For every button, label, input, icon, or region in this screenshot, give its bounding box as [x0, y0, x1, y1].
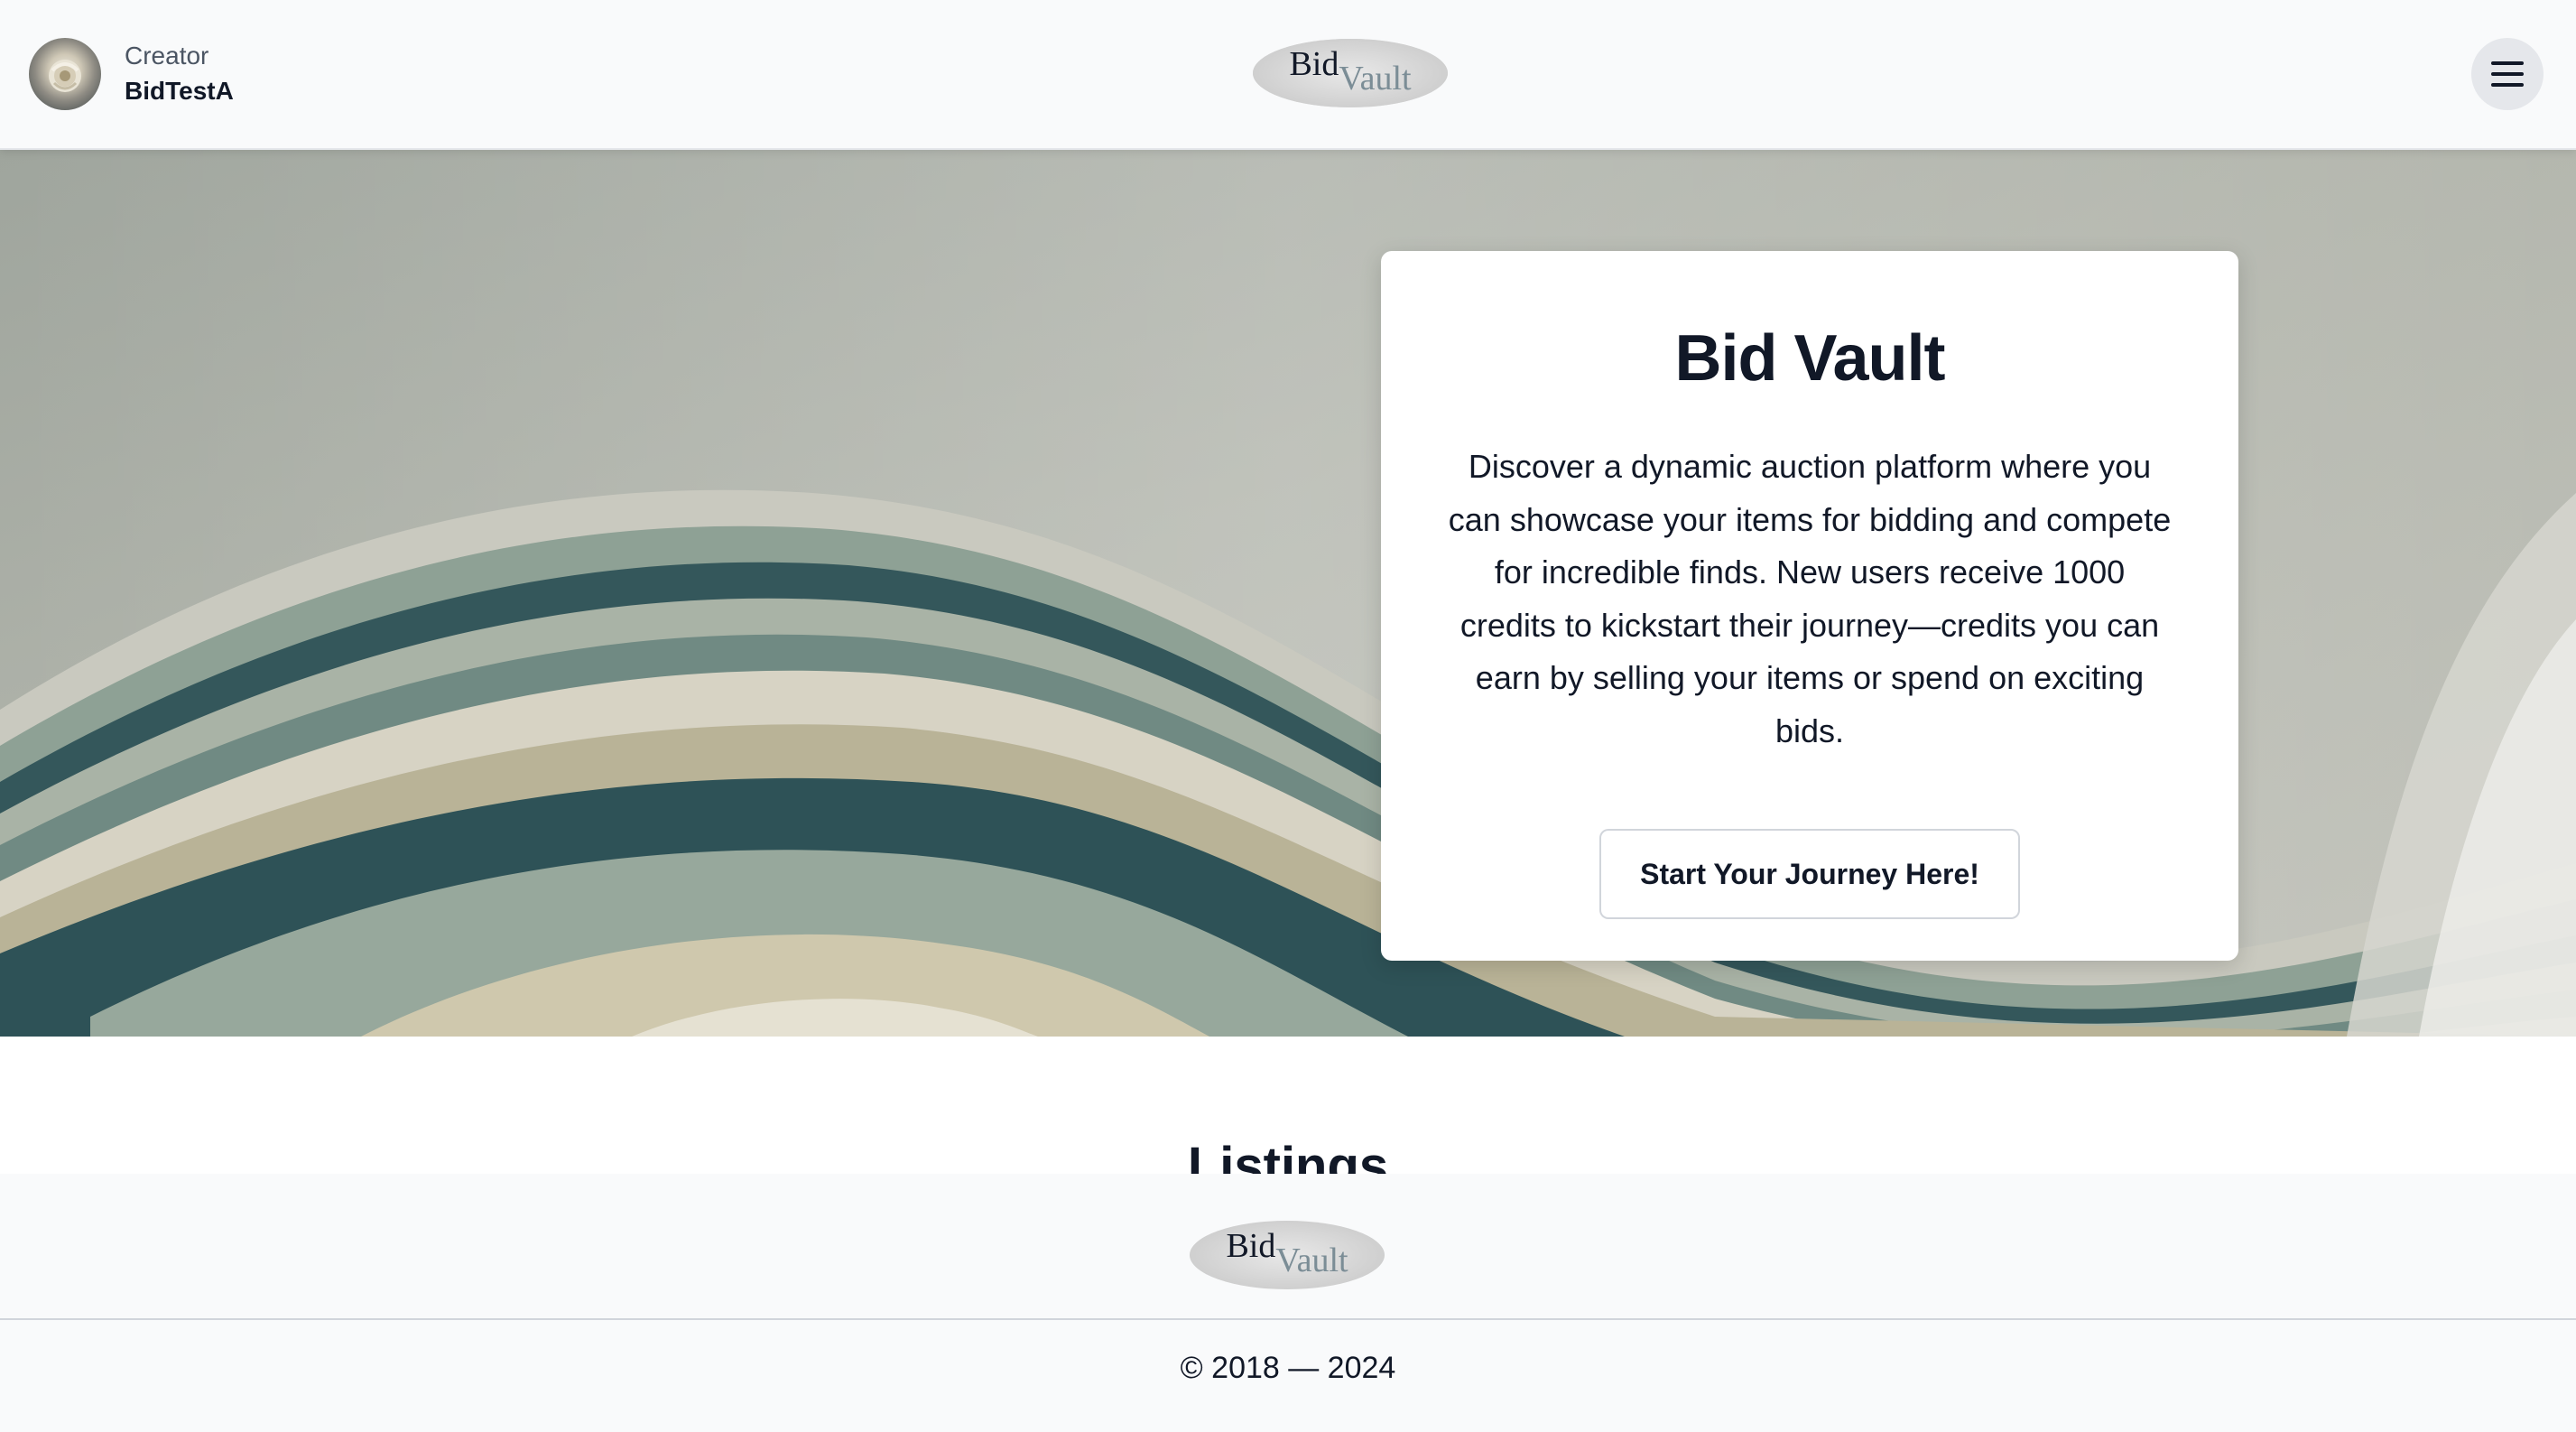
logo-wordmark: BidVault — [1226, 1229, 1348, 1278]
logo-bid-text: Bid — [1226, 1227, 1276, 1265]
site-footer: BidVault © 2018 — 2024 — [0, 1174, 2576, 1432]
hamburger-icon — [2491, 61, 2524, 87]
page: Creator BidTestA BidVault Bid Vault Disc… — [0, 0, 2576, 1432]
user-role: Creator — [125, 42, 209, 70]
user-name[interactable]: BidTestA — [125, 73, 234, 109]
site-header: Creator BidTestA BidVault — [0, 0, 2576, 150]
logo-vault-text: Vault — [1339, 60, 1412, 98]
hero-description: Discover a dynamic auction platform wher… — [1448, 448, 2172, 749]
hero-card: Bid Vault Discover a dynamic auction pla… — [1381, 251, 2238, 961]
logo-vault-text: Vault — [1275, 1241, 1348, 1279]
menu-button[interactable] — [2471, 38, 2544, 110]
logo-bid-text: Bid — [1289, 45, 1339, 83]
logo-wordmark: BidVault — [1289, 47, 1411, 96]
footer-divider — [0, 1318, 2576, 1320]
hero-title: Bid Vault — [1674, 322, 1945, 395]
avatar[interactable] — [29, 38, 101, 110]
user-profile[interactable]: Creator BidTestA — [29, 38, 234, 110]
hero-section: Bid Vault Discover a dynamic auction pla… — [0, 150, 2576, 1037]
footer-logo[interactable]: BidVault — [1188, 1219, 1386, 1291]
start-journey-button[interactable]: Start Your Journey Here! — [1599, 829, 2020, 919]
rose-avatar-image — [49, 60, 81, 92]
header-logo[interactable]: BidVault — [1251, 37, 1450, 109]
copyright-text: © 2018 — 2024 — [1180, 1351, 1396, 1385]
user-text: Creator BidTestA — [125, 39, 234, 109]
